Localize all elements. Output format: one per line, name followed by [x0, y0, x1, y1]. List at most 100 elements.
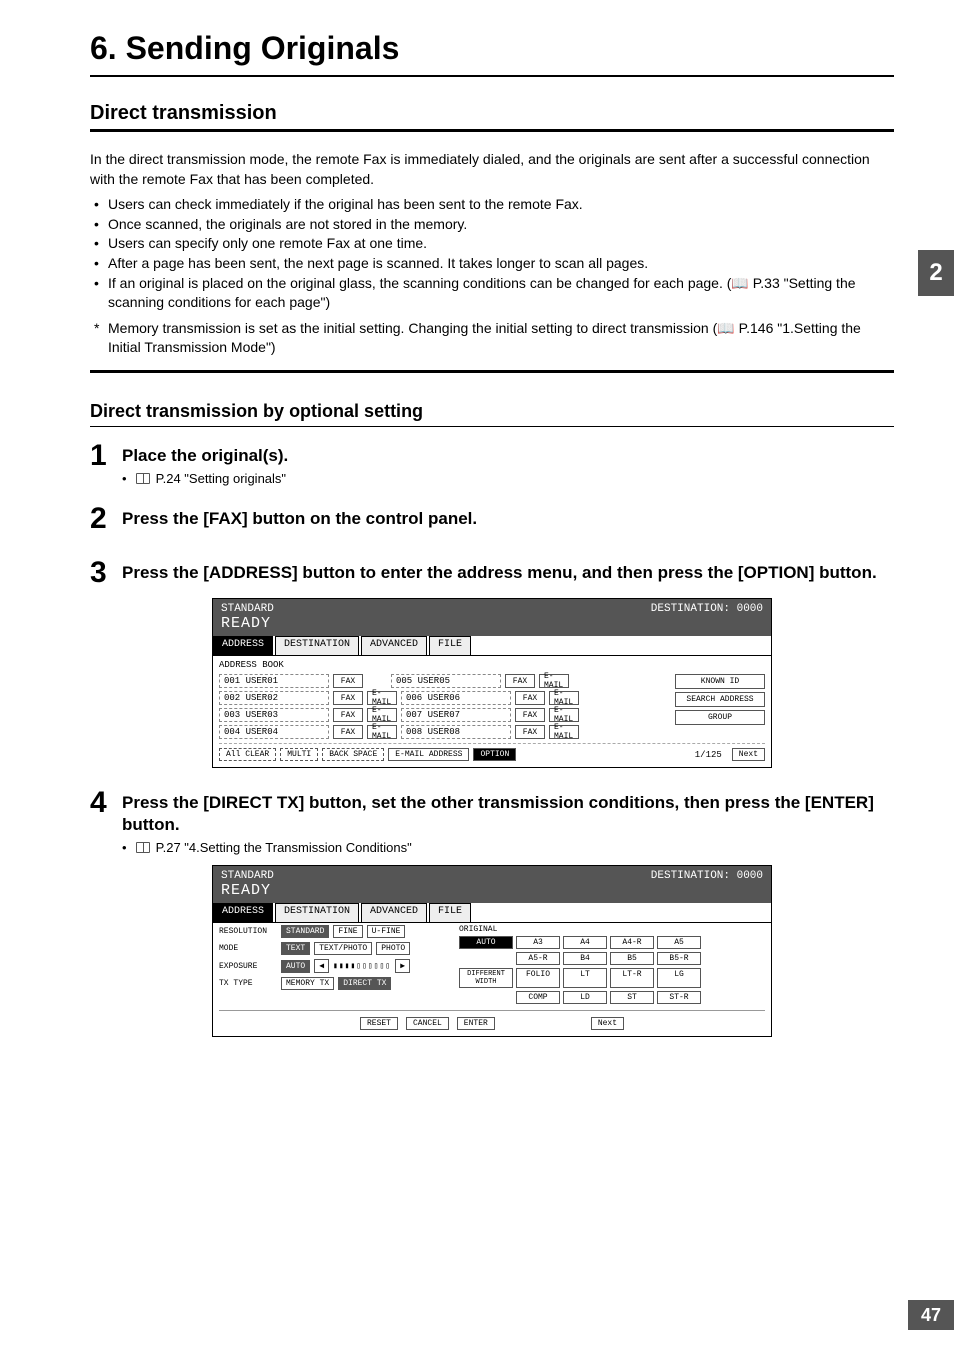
mode-label: MODE — [219, 944, 277, 953]
fax-chip[interactable]: FAX — [333, 674, 363, 688]
step-title: Press the [DIRECT TX] button, set the ot… — [122, 792, 894, 836]
tab-address[interactable]: ADDRESS — [213, 903, 273, 922]
addr-entry[interactable]: 001 USER01 — [219, 674, 329, 688]
next-button[interactable]: Next — [732, 748, 765, 761]
group-button[interactable]: GROUP — [675, 710, 765, 725]
fax-chip[interactable]: FAX — [333, 691, 363, 705]
diff-width[interactable]: DIFFERENT WIDTH — [459, 968, 513, 988]
exposure-up[interactable]: ▶ — [395, 959, 410, 973]
fax-chip[interactable]: FAX — [333, 725, 363, 739]
size-btn[interactable]: A3 — [516, 936, 560, 949]
addr-entry[interactable]: 008 USER08 — [401, 725, 511, 739]
step-number: 2 — [90, 504, 122, 534]
tab-address[interactable]: ADDRESS — [213, 636, 273, 655]
all-clear-button[interactable]: All CLEAR — [219, 748, 276, 761]
size-btn[interactable]: B4 — [563, 952, 607, 965]
res-fine[interactable]: FINE — [333, 925, 362, 938]
exposure-label: EXPOSURE — [219, 962, 277, 971]
email-chip[interactable]: E-MAIL — [539, 674, 569, 688]
known-id-button[interactable]: KNOWN ID — [675, 674, 765, 689]
step-3: 3 Press the [ADDRESS] button to enter th… — [90, 558, 894, 588]
search-address-button[interactable]: SEARCH ADDRESS — [675, 692, 765, 707]
exposure-bar: ▮▮▮▮▯▯▯▯▯▯ — [333, 961, 391, 971]
email-address-button[interactable]: E-MAIL ADDRESS — [388, 748, 469, 761]
size-btn[interactable]: A5 — [657, 936, 701, 949]
exposure-auto[interactable]: AUTO — [281, 960, 310, 973]
step-2: 2 Press the [FAX] button on the control … — [90, 504, 894, 534]
fax-chip[interactable]: FAX — [515, 691, 545, 705]
tab-file[interactable]: FILE — [429, 636, 471, 655]
email-chip[interactable]: E-MAIL — [549, 725, 579, 739]
fax-chip[interactable]: FAX — [515, 725, 545, 739]
subsection-title: Direct transmission by optional setting — [90, 401, 894, 427]
size-btn[interactable]: A4-R — [610, 936, 654, 949]
reset-button[interactable]: RESET — [360, 1017, 398, 1030]
step-note: P.27 "4.Setting the Transmission Conditi… — [122, 840, 894, 855]
addr-entry[interactable]: 007 USER07 — [401, 708, 511, 722]
addr-entry[interactable]: 002 USER02 — [219, 691, 329, 705]
scr-destination: DESTINATION: 0000 — [651, 870, 763, 882]
step-4: 4 Press the [DIRECT TX] button, set the … — [90, 788, 894, 855]
addr-entry[interactable]: 006 USER06 — [401, 691, 511, 705]
memory-tx[interactable]: MEMORY TX — [281, 977, 334, 990]
exposure-down[interactable]: ◀ — [314, 959, 329, 973]
tab-advanced[interactable]: ADVANCED — [361, 903, 427, 922]
size-btn[interactable]: ST — [610, 991, 654, 1004]
addr-entry[interactable]: 003 USER03 — [219, 708, 329, 722]
size-btn[interactable]: LG — [657, 968, 701, 988]
fax-chip[interactable]: FAX — [505, 674, 535, 688]
tab-file[interactable]: FILE — [429, 903, 471, 922]
page-number: 47 — [908, 1300, 954, 1330]
step-title: Place the original(s). — [122, 445, 894, 467]
size-btn[interactable]: LT — [563, 968, 607, 988]
email-chip[interactable]: E-MAIL — [367, 708, 397, 722]
step-note: P.24 "Setting originals" — [122, 471, 894, 486]
size-btn[interactable]: B5-R — [657, 952, 701, 965]
size-btn[interactable]: FOLIO — [516, 968, 560, 988]
step-number: 1 — [90, 441, 122, 486]
mode-text[interactable]: TEXT — [281, 942, 310, 955]
email-chip[interactable]: E-MAIL — [367, 691, 397, 705]
res-ufine[interactable]: U-FINE — [367, 925, 406, 938]
email-chip[interactable]: E-MAIL — [549, 708, 579, 722]
original-label: ORIGINAL — [459, 925, 765, 934]
step-1: 1 Place the original(s). P.24 "Setting o… — [90, 441, 894, 486]
direct-tx[interactable]: DIRECT TX — [338, 977, 391, 990]
size-btn[interactable]: A5-R — [516, 952, 560, 965]
footnote: Memory transmission is set as the initia… — [90, 319, 894, 358]
tab-destination[interactable]: DESTINATION — [275, 636, 359, 655]
tab-destination[interactable]: DESTINATION — [275, 903, 359, 922]
orig-auto[interactable]: AUTO — [459, 936, 513, 949]
email-chip[interactable]: E-MAIL — [367, 725, 397, 739]
size-btn[interactable]: LT-R — [610, 968, 654, 988]
step-number: 4 — [90, 788, 122, 855]
enter-button[interactable]: ENTER — [457, 1017, 495, 1030]
cancel-button[interactable]: CANCEL — [406, 1017, 449, 1030]
size-btn[interactable]: COMP — [516, 991, 560, 1004]
multi-button[interactable]: MULTI — [280, 748, 318, 761]
email-chip[interactable]: E-MAIL — [549, 691, 579, 705]
fax-chip[interactable]: FAX — [333, 708, 363, 722]
next-button[interactable]: Next — [591, 1017, 624, 1030]
book-icon — [136, 842, 150, 853]
size-btn[interactable]: LD — [563, 991, 607, 1004]
size-btn[interactable]: B5 — [610, 952, 654, 965]
chapter-title: 6. Sending Originals — [90, 30, 894, 75]
address-book-label: ADDRESS BOOK — [219, 660, 765, 670]
size-btn[interactable]: A4 — [563, 936, 607, 949]
size-btn[interactable]: ST-R — [657, 991, 701, 1004]
step-note-text: P.27 "4.Setting the Transmission Conditi… — [156, 840, 412, 855]
step-title: Press the [ADDRESS] button to enter the … — [122, 562, 894, 584]
addr-entry[interactable]: 005 USER05 — [391, 674, 501, 688]
bullet-list: Users can check immediately if the origi… — [90, 195, 894, 313]
mode-photo[interactable]: PHOTO — [376, 942, 410, 955]
mode-textphoto[interactable]: TEXT/PHOTO — [314, 942, 372, 955]
step-title: Press the [FAX] button on the control pa… — [122, 508, 894, 530]
backspace-button[interactable]: BACK SPACE — [322, 748, 384, 761]
res-standard[interactable]: STANDARD — [281, 925, 329, 938]
addr-entry[interactable]: 004 USER04 — [219, 725, 329, 739]
fax-chip[interactable]: FAX — [515, 708, 545, 722]
intro-paragraph: In the direct transmission mode, the rem… — [90, 150, 894, 189]
tab-advanced[interactable]: ADVANCED — [361, 636, 427, 655]
option-button[interactable]: OPTION — [473, 748, 516, 761]
